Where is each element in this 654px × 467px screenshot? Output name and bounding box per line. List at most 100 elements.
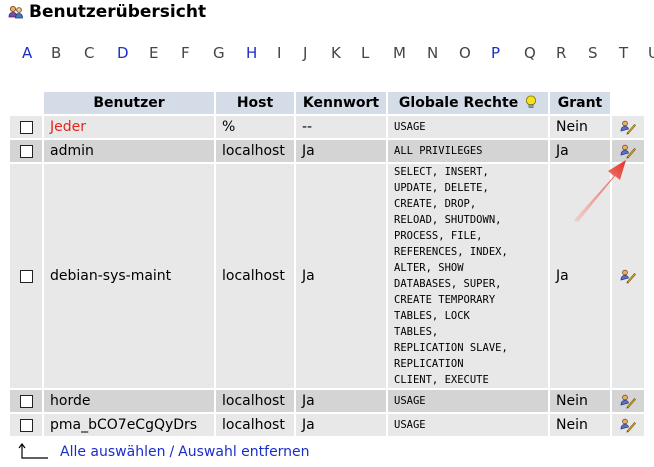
header-grant[interactable]: Grant: [550, 92, 610, 114]
edit-cell: [612, 140, 644, 162]
table-row: pma_bCO7eCgQyDrs localhost Ja USAGE Nein: [10, 414, 644, 436]
global-privileges-cell: ALL PRIVILEGES: [388, 140, 548, 162]
edit-privileges-icon[interactable]: [620, 119, 636, 135]
table-row: admin localhost Ja ALL PRIVILEGES Ja: [10, 140, 644, 162]
edit-cell: [612, 414, 644, 436]
privilege-line: REFERENCES, INDEX,: [394, 246, 508, 258]
privilege-line: RELOAD, SHUTDOWN,: [394, 214, 502, 226]
header-password[interactable]: Kennwort: [296, 92, 386, 114]
letter-s: S: [588, 44, 598, 62]
host-cell: %: [216, 116, 294, 138]
user-cell: debian-sys-maint: [44, 164, 214, 388]
letter-d[interactable]: D: [117, 44, 129, 62]
host-cell: localhost: [216, 140, 294, 162]
row-select-cell: [10, 164, 42, 388]
host-cell: localhost: [216, 414, 294, 436]
letter-a[interactable]: A: [22, 44, 32, 62]
edit-cell: [612, 116, 644, 138]
header-user[interactable]: Benutzer: [44, 92, 214, 114]
privilege-line: TABLES,: [394, 326, 439, 338]
letter-r: R: [556, 44, 567, 62]
edit-cell: [612, 390, 644, 412]
select-all-link[interactable]: Alle auswählen: [60, 444, 165, 460]
global-privileges-cell: USAGE: [388, 116, 548, 138]
footer-separator: /: [169, 444, 175, 460]
header-select-column: [10, 92, 42, 114]
deselect-all-link[interactable]: Auswahl entfernen: [178, 444, 309, 460]
grant-cell: Ja: [550, 140, 610, 162]
header-host[interactable]: Host: [216, 92, 294, 114]
user-cell: admin: [44, 140, 214, 162]
password-cell: Ja: [296, 390, 386, 412]
password-cell: Ja: [296, 414, 386, 436]
letter-n: N: [427, 44, 439, 62]
page-title: Benutzerübersicht: [8, 1, 206, 23]
privilege-line: TABLES, LOCK: [394, 310, 470, 322]
letter-b: B: [51, 44, 62, 62]
privilege-line: USAGE: [394, 395, 426, 407]
alphabet-navigation: A B C D E F G H I J K L M N O P Q R S T U: [0, 44, 654, 64]
privilege-line: ALTER, SHOW: [394, 262, 464, 274]
row-select-cell: [10, 140, 42, 162]
host-cell: localhost: [216, 164, 294, 388]
grant-cell: Ja: [550, 164, 610, 388]
privilege-line: CREATE TEMPORARY: [394, 294, 496, 306]
global-privileges-cell: SELECT, INSERT, UPDATE, DELETE, CREATE, DR…: [388, 164, 548, 388]
password-cell: Ja: [296, 140, 386, 162]
row-checkbox[interactable]: [19, 418, 33, 432]
letter-q: Q: [524, 44, 536, 62]
password-cell: Ja: [296, 164, 386, 388]
row-checkbox[interactable]: [19, 120, 33, 134]
grant-cell: Nein: [550, 390, 610, 412]
privilege-line: CREATE, DROP,: [394, 198, 477, 210]
row-select-cell: [10, 390, 42, 412]
users-icon: [8, 6, 23, 19]
privilege-line: CLIENT, EXECUTE: [394, 374, 489, 386]
row-checkbox[interactable]: [19, 269, 33, 283]
privilege-line: SELECT, INSERT,: [394, 166, 489, 178]
table-header-row: Benutzer Host Kennwort Globale Rechte Gr…: [10, 92, 644, 114]
letter-l: L: [361, 44, 370, 62]
lightbulb-icon[interactable]: [525, 95, 537, 109]
edit-privileges-icon[interactable]: [620, 417, 636, 433]
letter-u: U: [648, 44, 654, 62]
row-select-cell: [10, 116, 42, 138]
letter-m: M: [393, 44, 406, 62]
grant-cell: Nein: [550, 414, 610, 436]
privilege-line: PROCESS, FILE,: [394, 230, 483, 242]
grant-cell: Nein: [550, 116, 610, 138]
page-title-text: Benutzerübersicht: [29, 2, 207, 22]
edit-privileges-icon[interactable]: [620, 143, 636, 159]
letter-g: G: [213, 44, 225, 62]
user-cell: horde: [44, 390, 214, 412]
row-checkbox[interactable]: [19, 144, 33, 158]
privilege-line: ALL PRIVILEGES: [394, 145, 483, 157]
host-cell: localhost: [216, 390, 294, 412]
row-checkbox[interactable]: [19, 394, 33, 408]
edit-privileges-icon[interactable]: [620, 393, 636, 409]
letter-t: T: [619, 44, 629, 62]
privilege-line: USAGE: [394, 121, 426, 133]
letter-k: K: [331, 44, 341, 62]
user-overview-table: Benutzer Host Kennwort Globale Rechte Gr…: [8, 90, 646, 438]
table-row: debian-sys-maint localhost Ja SELECT, INSER…: [10, 164, 644, 388]
letter-c: C: [84, 44, 95, 62]
row-select-cell: [10, 414, 42, 436]
header-action-column: [612, 92, 644, 114]
privilege-line: REPLICATION: [394, 358, 464, 370]
privilege-line: USAGE: [394, 419, 426, 431]
header-global-privileges-label: Globale Rechte: [398, 95, 519, 111]
privilege-line: DATABASES, SUPER,: [394, 278, 502, 290]
global-privileges-cell: USAGE: [388, 414, 548, 436]
letter-f: F: [181, 44, 190, 62]
corner-arrow-icon: [18, 443, 48, 459]
letter-h[interactable]: H: [246, 44, 257, 62]
edit-cell: [612, 164, 644, 388]
letter-o: O: [459, 44, 471, 62]
privilege-line: REPLICATION SLAVE,: [394, 342, 508, 354]
selection-footer: Alle auswählen / Auswahl entfernen: [18, 442, 310, 462]
letter-p[interactable]: P: [491, 44, 500, 62]
letter-e: E: [149, 44, 159, 62]
global-privileges-cell: USAGE: [388, 390, 548, 412]
edit-privileges-icon[interactable]: [620, 268, 636, 284]
